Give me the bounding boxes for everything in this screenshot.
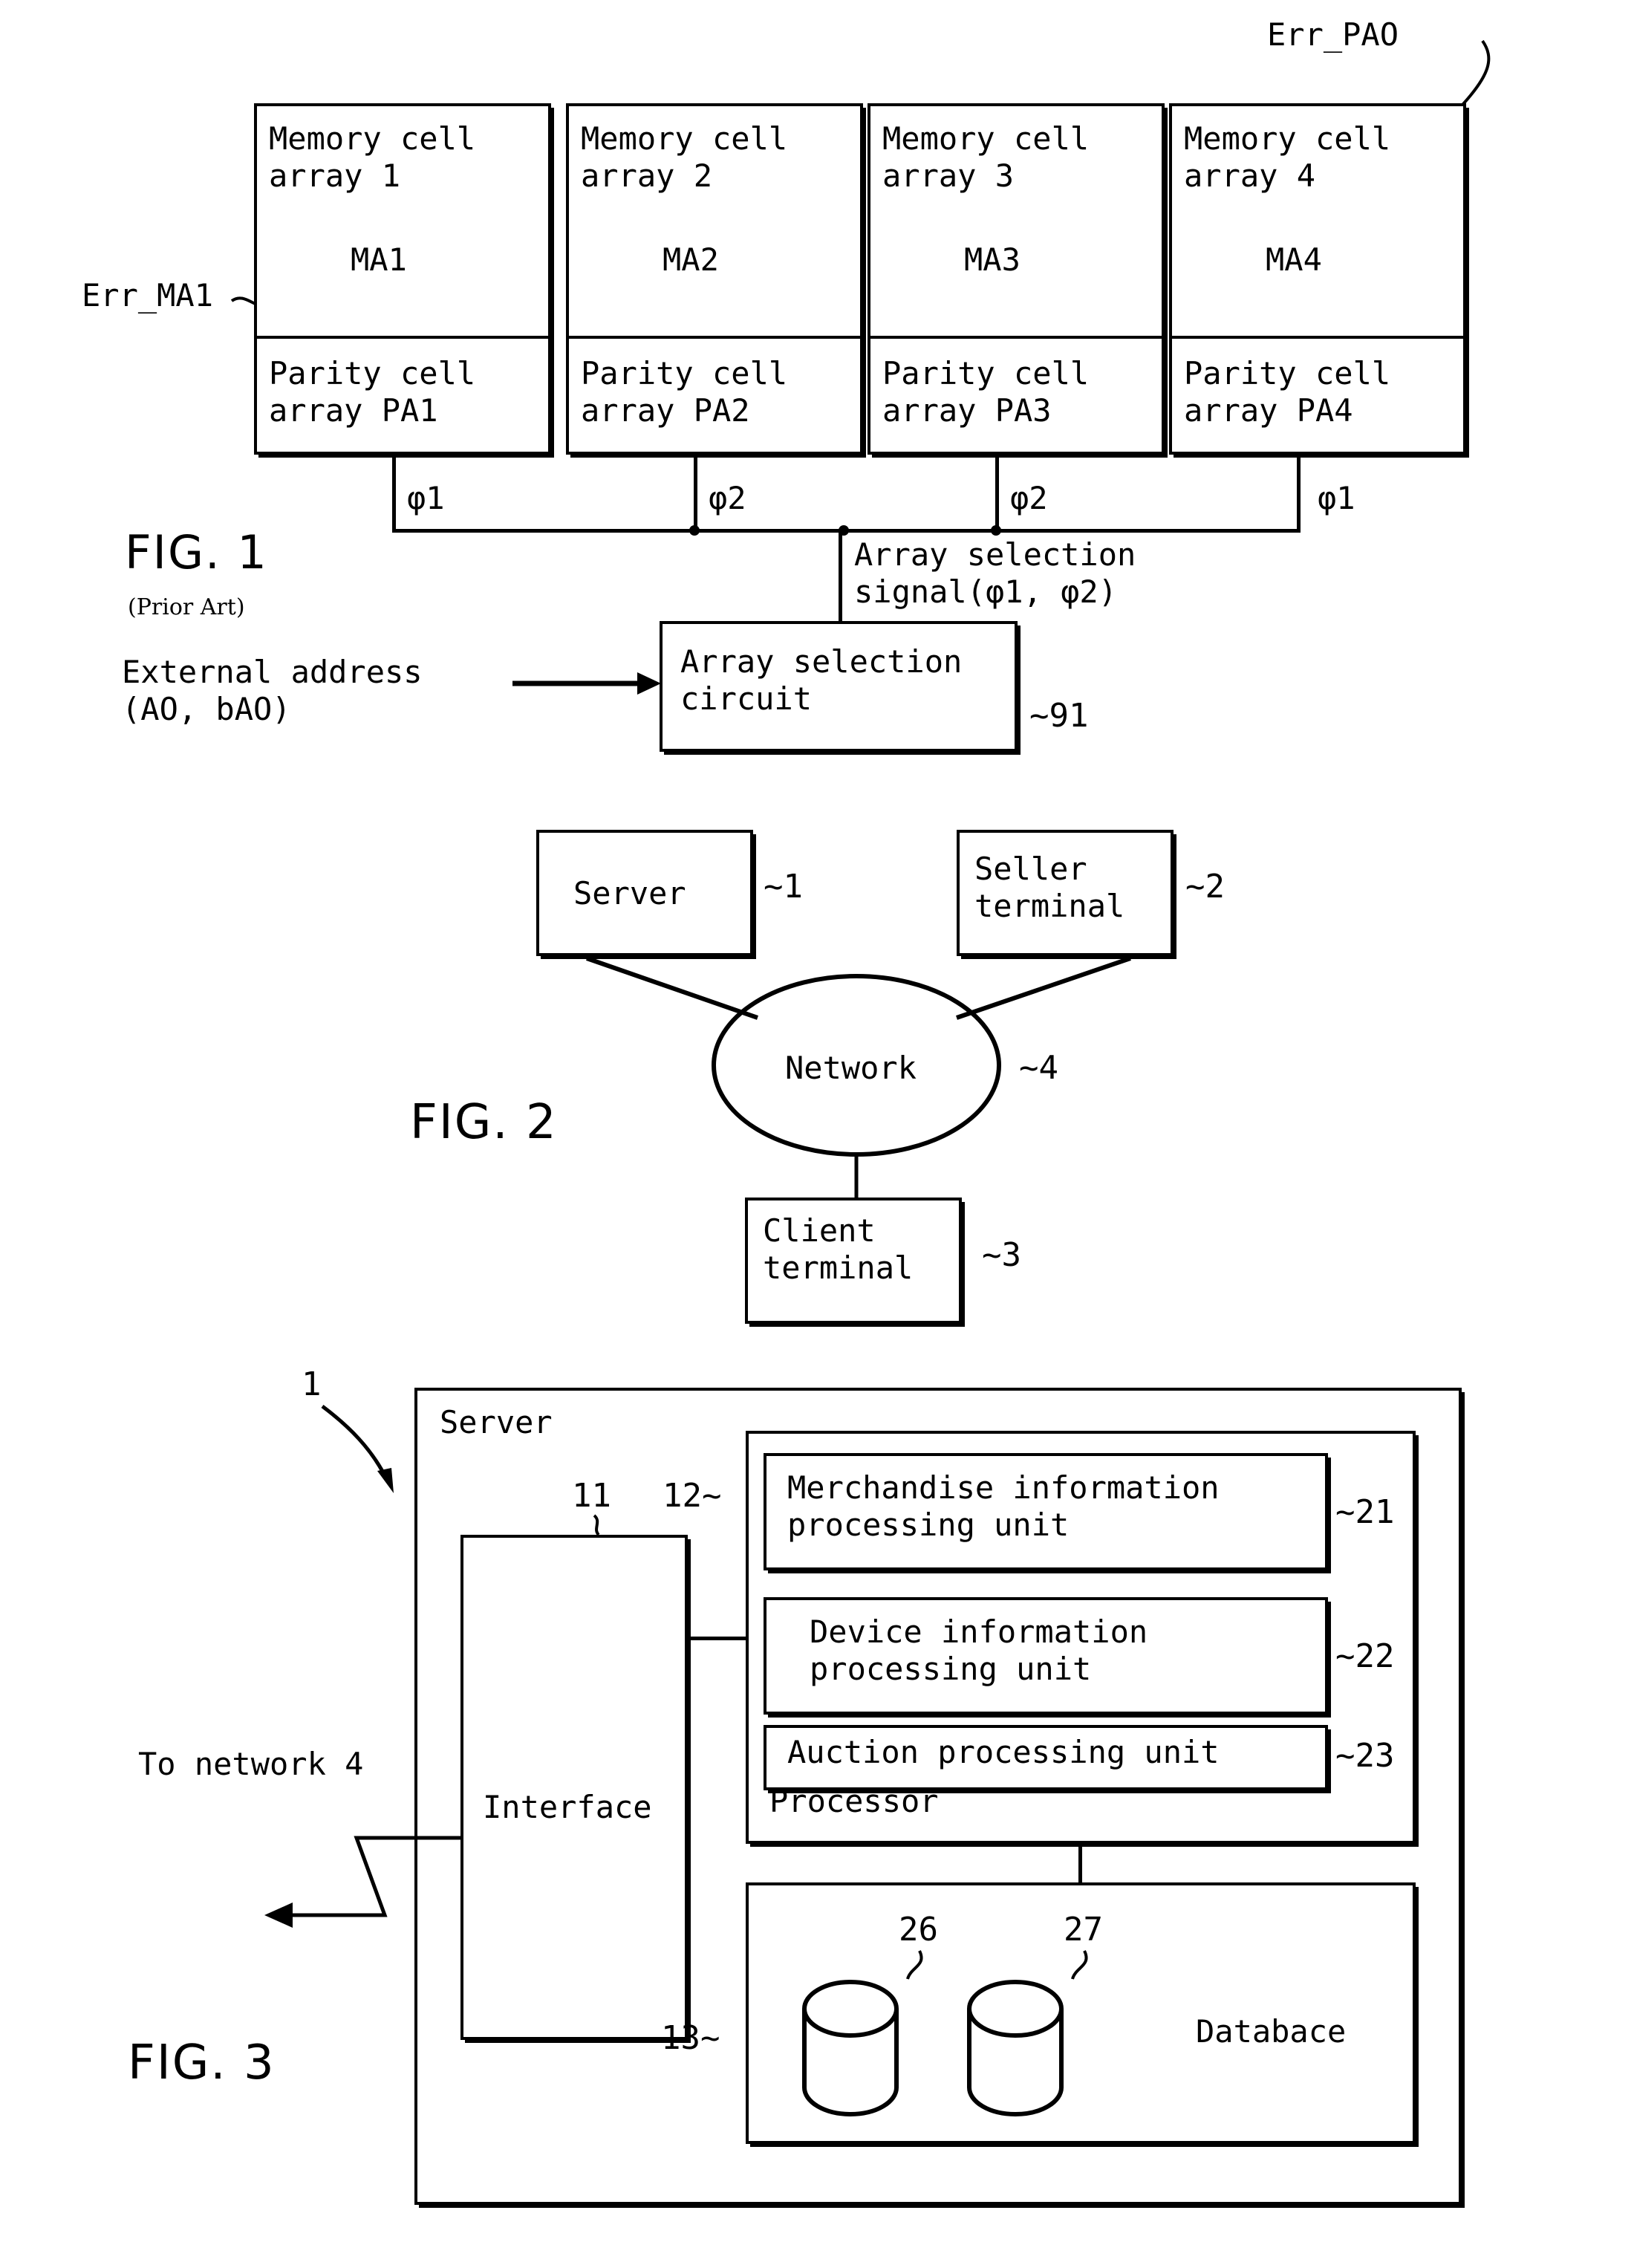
figure-3-label: FIG. 3 xyxy=(128,2035,276,2090)
fig3-db-cylinder-27-leader-line xyxy=(1071,1950,1088,1980)
patent-drawing-sheet: Err_PAO × Err_MA1 × Memory cell array 1 … xyxy=(0,0,1634,2268)
